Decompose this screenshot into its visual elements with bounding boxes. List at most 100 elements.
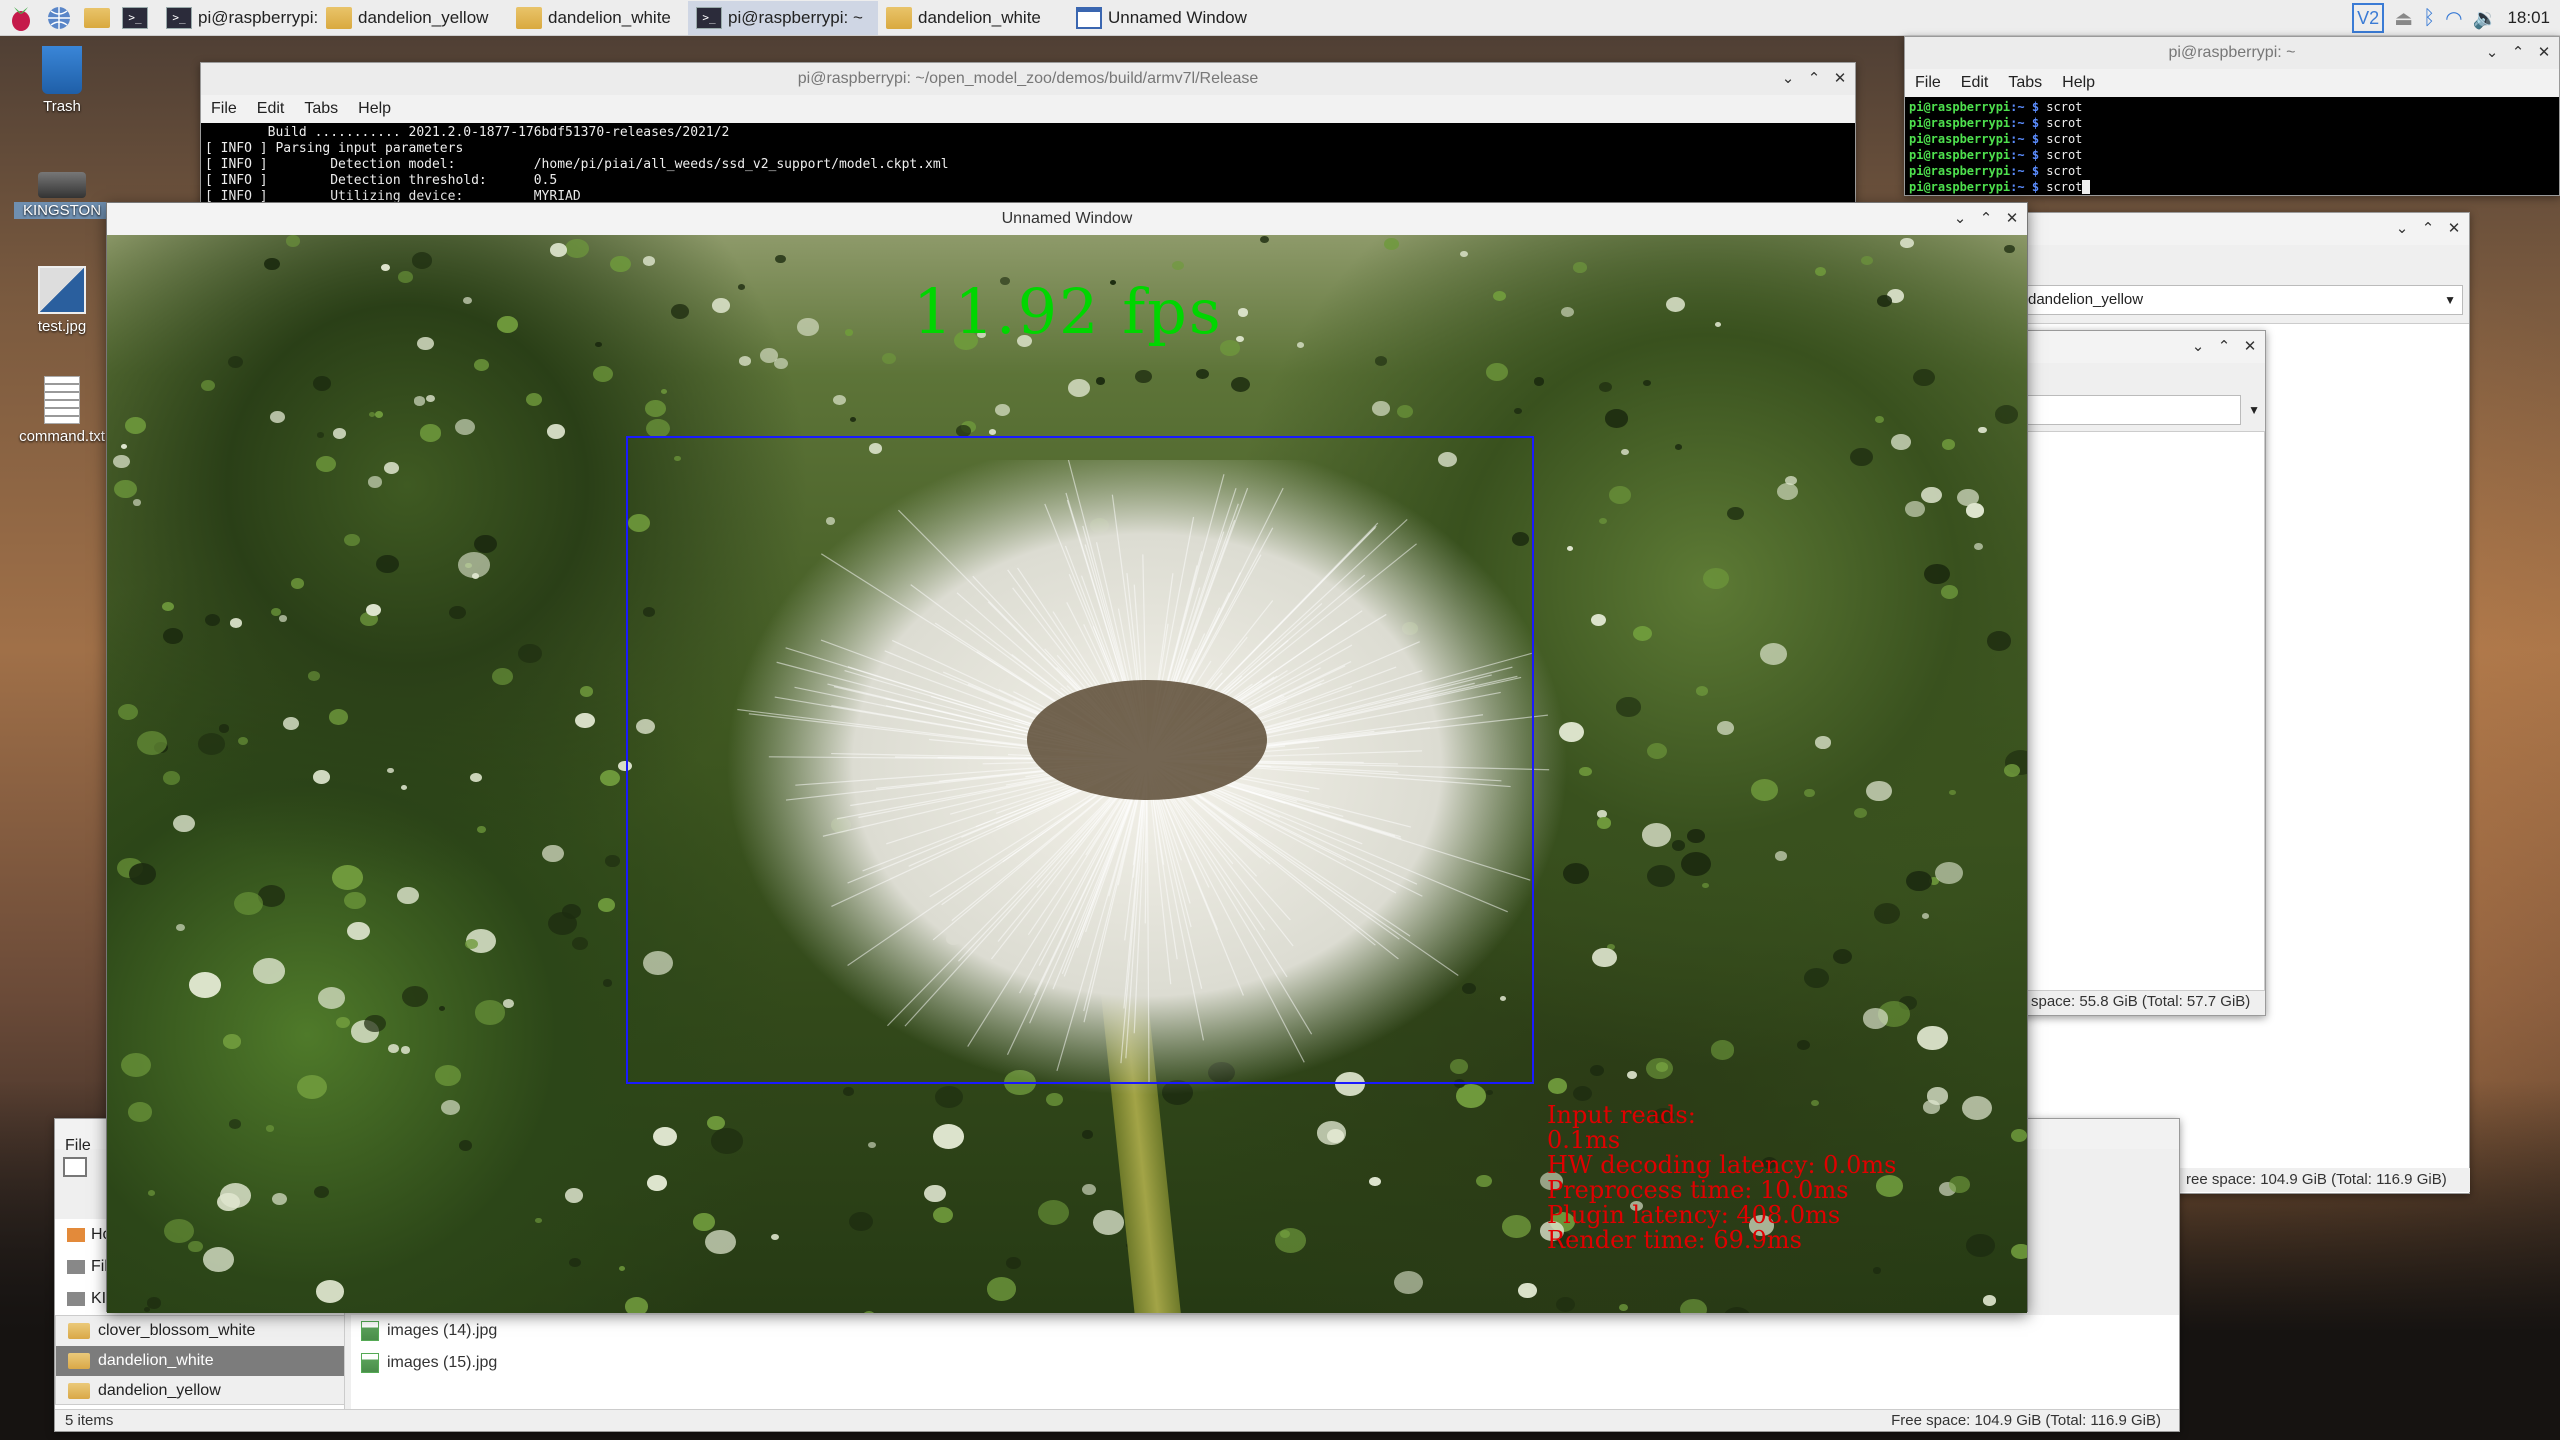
foliage-speck xyxy=(471,573,480,580)
vnc-icon[interactable]: V2 xyxy=(2352,3,2385,33)
close-icon[interactable]: ✕ xyxy=(1831,70,1849,88)
folder-tree-item[interactable]: dandelion_white xyxy=(56,1346,344,1376)
menu-bar: File Edit Tabs Help xyxy=(201,95,1855,123)
minimize-icon[interactable]: ⌄ xyxy=(2393,220,2411,238)
desktop-icon-label: test.jpg xyxy=(37,318,87,335)
menu-item-tabs[interactable]: Tabs xyxy=(2008,74,2042,92)
desktop-icon[interactable]: command.txt xyxy=(14,376,110,445)
taskbar-button[interactable]: Unnamed Window xyxy=(1068,1,1258,35)
view-icon[interactable] xyxy=(63,1157,87,1177)
foliage-speck xyxy=(844,328,854,336)
address-bar[interactable]: dandelion_yellow ▼ xyxy=(2021,285,2463,315)
drive-icon xyxy=(67,1292,85,1306)
desktop-icon[interactable]: test.jpg xyxy=(14,266,110,335)
desktop-icon[interactable]: KINGSTON xyxy=(14,158,110,219)
desktop-icon[interactable]: Trash xyxy=(14,46,110,115)
foliage-speck xyxy=(738,284,746,291)
address-bar[interactable]: ▼ xyxy=(2021,395,2260,425)
foliage-speck xyxy=(398,271,413,283)
terminal-line: pi@raspberrypi:~ $ scrot xyxy=(1909,115,2555,131)
folder-tree-item[interactable]: clover_blossom_white xyxy=(56,1316,344,1346)
stat-line: Plugin latency: 408.0ms xyxy=(1547,1201,1841,1229)
web-browser-icon[interactable] xyxy=(42,1,76,35)
minimize-icon[interactable]: ⌄ xyxy=(1951,210,1969,228)
foliage-speck xyxy=(188,1240,203,1253)
terminal-line: [ INFO ] Detection model: /home/pi/piai/… xyxy=(205,157,949,172)
close-icon[interactable]: ✕ xyxy=(2241,338,2259,356)
foliage-speck xyxy=(148,1190,156,1197)
text-cursor xyxy=(2082,180,2090,194)
menu-item-file[interactable]: File xyxy=(1915,74,1941,92)
foliage-speck xyxy=(2004,764,2021,777)
close-icon[interactable]: ✕ xyxy=(2003,210,2021,228)
prompt-dir: :~ $ xyxy=(2010,100,2040,114)
minimize-icon[interactable]: ⌄ xyxy=(1779,70,1797,88)
foliage-speck xyxy=(462,296,473,305)
menu-item-edit[interactable]: Edit xyxy=(257,100,285,118)
close-icon[interactable]: ✕ xyxy=(2445,220,2463,238)
menu-item-file[interactable]: File xyxy=(211,100,237,118)
maximize-icon[interactable]: ⌃ xyxy=(1805,70,1823,88)
close-icon[interactable]: ✕ xyxy=(2535,44,2553,62)
menu-item-help[interactable]: Help xyxy=(358,100,391,118)
taskbar-button[interactable]: dandelion_yellow xyxy=(318,1,508,35)
menu-file[interactable]: File xyxy=(65,1137,91,1155)
maximize-icon[interactable]: ⌃ xyxy=(2509,44,2527,62)
menu-item-edit[interactable]: Edit xyxy=(1961,74,1989,92)
file-item[interactable]: images (14).jpg xyxy=(351,1315,2179,1347)
terminal-output[interactable]: Build ........... 2021.2.0-1877-176bdf51… xyxy=(201,123,1855,205)
places-label: KI xyxy=(91,1290,107,1307)
file-manager-icon[interactable] xyxy=(80,1,114,35)
clock[interactable]: 18:01 xyxy=(2507,8,2550,28)
file-item[interactable]: images (15).jpg xyxy=(351,1347,2179,1379)
chevron-down-icon[interactable]: ▼ xyxy=(2248,396,2260,424)
terminal-launcher-icon[interactable]: >_ xyxy=(118,1,152,35)
chevron-down-icon[interactable]: ▼ xyxy=(2444,286,2456,314)
taskbar-button[interactable]: >_ pi@raspberrypi: ~/op... xyxy=(158,1,318,35)
foliage-speck xyxy=(282,717,299,730)
maximize-icon[interactable]: ⌃ xyxy=(1977,210,1995,228)
foliage-speck xyxy=(386,767,394,774)
foliage-speck xyxy=(1861,255,1873,265)
minimize-icon[interactable]: ⌄ xyxy=(2189,338,2207,356)
terminal-output[interactable]: pi@raspberrypi:~ $ scrot pi@raspberrypi:~… xyxy=(1905,97,2559,195)
menu-item-tabs[interactable]: Tabs xyxy=(304,100,338,118)
minimize-icon[interactable]: ⌄ xyxy=(2483,44,2501,62)
foliage-speck xyxy=(1982,1295,1996,1306)
foliage-speck xyxy=(285,235,301,247)
taskbar-button[interactable]: dandelion_white xyxy=(508,1,688,35)
foliage-speck xyxy=(124,417,146,434)
foliage-speck xyxy=(1647,865,1676,888)
raspberry-menu-icon[interactable] xyxy=(4,1,38,35)
prompt-user: pi@raspberrypi xyxy=(1909,116,2011,130)
taskbar-button[interactable]: >_ pi@raspberrypi: ~ xyxy=(688,0,878,35)
window-titlebar[interactable]: Unnamed Window ⌄ ⌃ ✕ xyxy=(107,203,2027,235)
volume-icon[interactable]: 🔉 xyxy=(2473,6,2498,31)
window-titlebar[interactable]: pi@raspberrypi: ~/open_model_zoo/demos/b… xyxy=(201,63,1855,95)
taskbar-button[interactable]: dandelion_white xyxy=(878,1,1068,35)
foliage-speck xyxy=(1891,434,1911,450)
window-titlebar[interactable]: ⌄ ⌃ ✕ xyxy=(2021,213,2469,245)
foliage-speck xyxy=(561,903,582,920)
foliage-speck xyxy=(549,242,568,257)
foliage-speck xyxy=(1961,1095,1992,1121)
foliage-speck xyxy=(332,428,346,439)
window-titlebar[interactable]: ⌄ ⌃ ✕ xyxy=(2021,331,2265,363)
window-titlebar[interactable]: pi@raspberrypi: ~ ⌄ ⌃ ✕ xyxy=(1905,37,2559,69)
eject-icon[interactable]: ⏏ xyxy=(2394,6,2413,31)
foliage-speck xyxy=(308,671,321,681)
menu-item-help[interactable]: Help xyxy=(2062,74,2095,92)
bluetooth-icon[interactable]: ᛒ xyxy=(2423,7,2435,30)
stat-line: Input reads: xyxy=(1547,1101,1696,1129)
maximize-icon[interactable]: ⌃ xyxy=(2419,220,2437,238)
taskbar-button-label: pi@raspberrypi: ~/op... xyxy=(198,7,318,27)
folder-tree-item[interactable]: dandelion_yellow xyxy=(56,1376,344,1406)
foliage-speck xyxy=(1986,630,2012,651)
image-file-icon xyxy=(38,266,86,314)
foliage-speck xyxy=(344,533,360,547)
wifi-icon[interactable]: ◠ xyxy=(2445,6,2462,31)
folder-tree-label: dandelion_yellow xyxy=(98,1382,221,1399)
maximize-icon[interactable]: ⌃ xyxy=(2215,338,2233,356)
foliage-speck xyxy=(643,256,656,266)
terminal-line: pi@raspberrypi:~ $ scrot xyxy=(1909,99,2555,115)
